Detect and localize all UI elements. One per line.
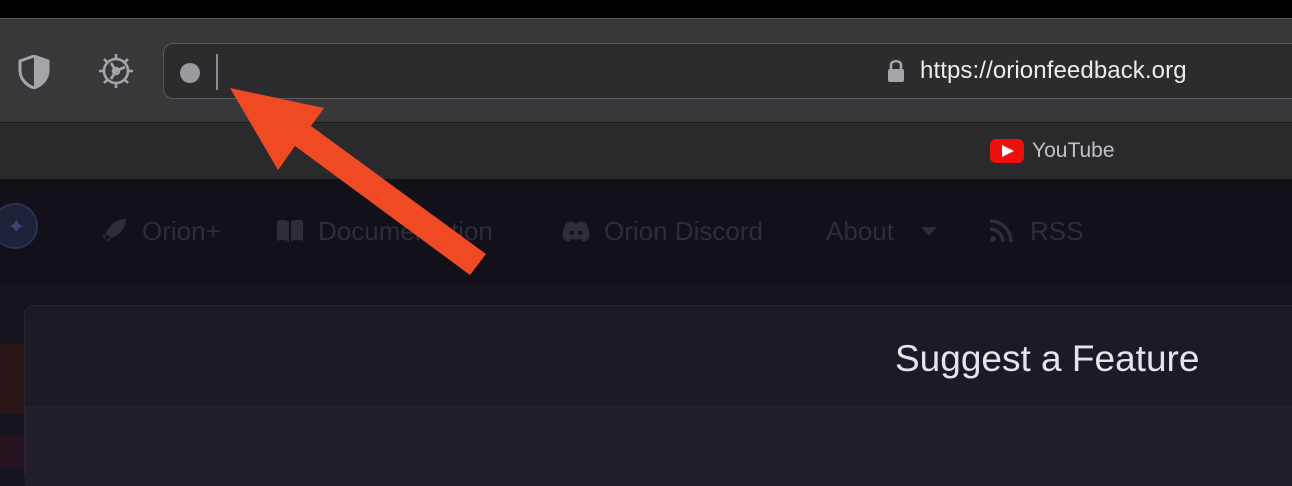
panel-body <box>25 406 1292 486</box>
rss-icon <box>989 219 1013 243</box>
rocket-icon <box>102 219 126 242</box>
nav-item-about[interactable]: About <box>826 215 938 247</box>
nav-item-orion-discord[interactable]: Orion Discord <box>562 215 763 247</box>
text-caret <box>216 54 218 90</box>
chevron-down-icon <box>920 227 937 236</box>
browser-toolbar: https://orionfeedback.org <box>0 18 1292 123</box>
page-left-edge-accent <box>0 344 26 414</box>
nav-item-orion-plus[interactable]: Orion+ <box>100 215 221 247</box>
nav-label: About <box>826 215 894 246</box>
nav-item-documentation[interactable]: Documentation <box>276 215 493 247</box>
discord-icon <box>562 221 590 242</box>
site-navigation: ✦ Orion+ Documentation Orion Discord Abo… <box>0 179 1292 284</box>
page-left-edge-accent <box>0 436 26 468</box>
nav-label: RSS <box>1030 215 1084 246</box>
favorite-youtube[interactable]: YouTube <box>990 138 1115 164</box>
nav-item-rss[interactable]: RSS <box>988 215 1083 247</box>
address-bar[interactable]: https://orionfeedback.org <box>163 43 1292 99</box>
favorites-bar: YouTube <box>0 122 1292 180</box>
page-title: Suggest a Feature <box>895 338 1200 379</box>
gear-icon[interactable] <box>96 51 136 91</box>
panel-header: Suggest a Feature <box>25 306 1292 406</box>
page-status-dot-icon <box>180 63 200 83</box>
site-logo[interactable]: ✦ <box>0 203 38 249</box>
shield-icon[interactable] <box>18 55 50 89</box>
star-icon: ✦ <box>7 214 26 239</box>
lock-icon <box>888 59 904 82</box>
nav-label: Orion Discord <box>604 215 763 246</box>
nav-label: Documentation <box>318 215 493 246</box>
nav-label: Orion+ <box>142 215 221 246</box>
youtube-icon <box>990 139 1024 163</box>
book-icon <box>277 219 303 242</box>
favorite-label: YouTube <box>1032 139 1115 162</box>
window-top-strip <box>0 0 1292 18</box>
suggest-feature-panel: Suggest a Feature <box>24 305 1292 486</box>
url-text[interactable]: https://orionfeedback.org <box>920 57 1187 85</box>
